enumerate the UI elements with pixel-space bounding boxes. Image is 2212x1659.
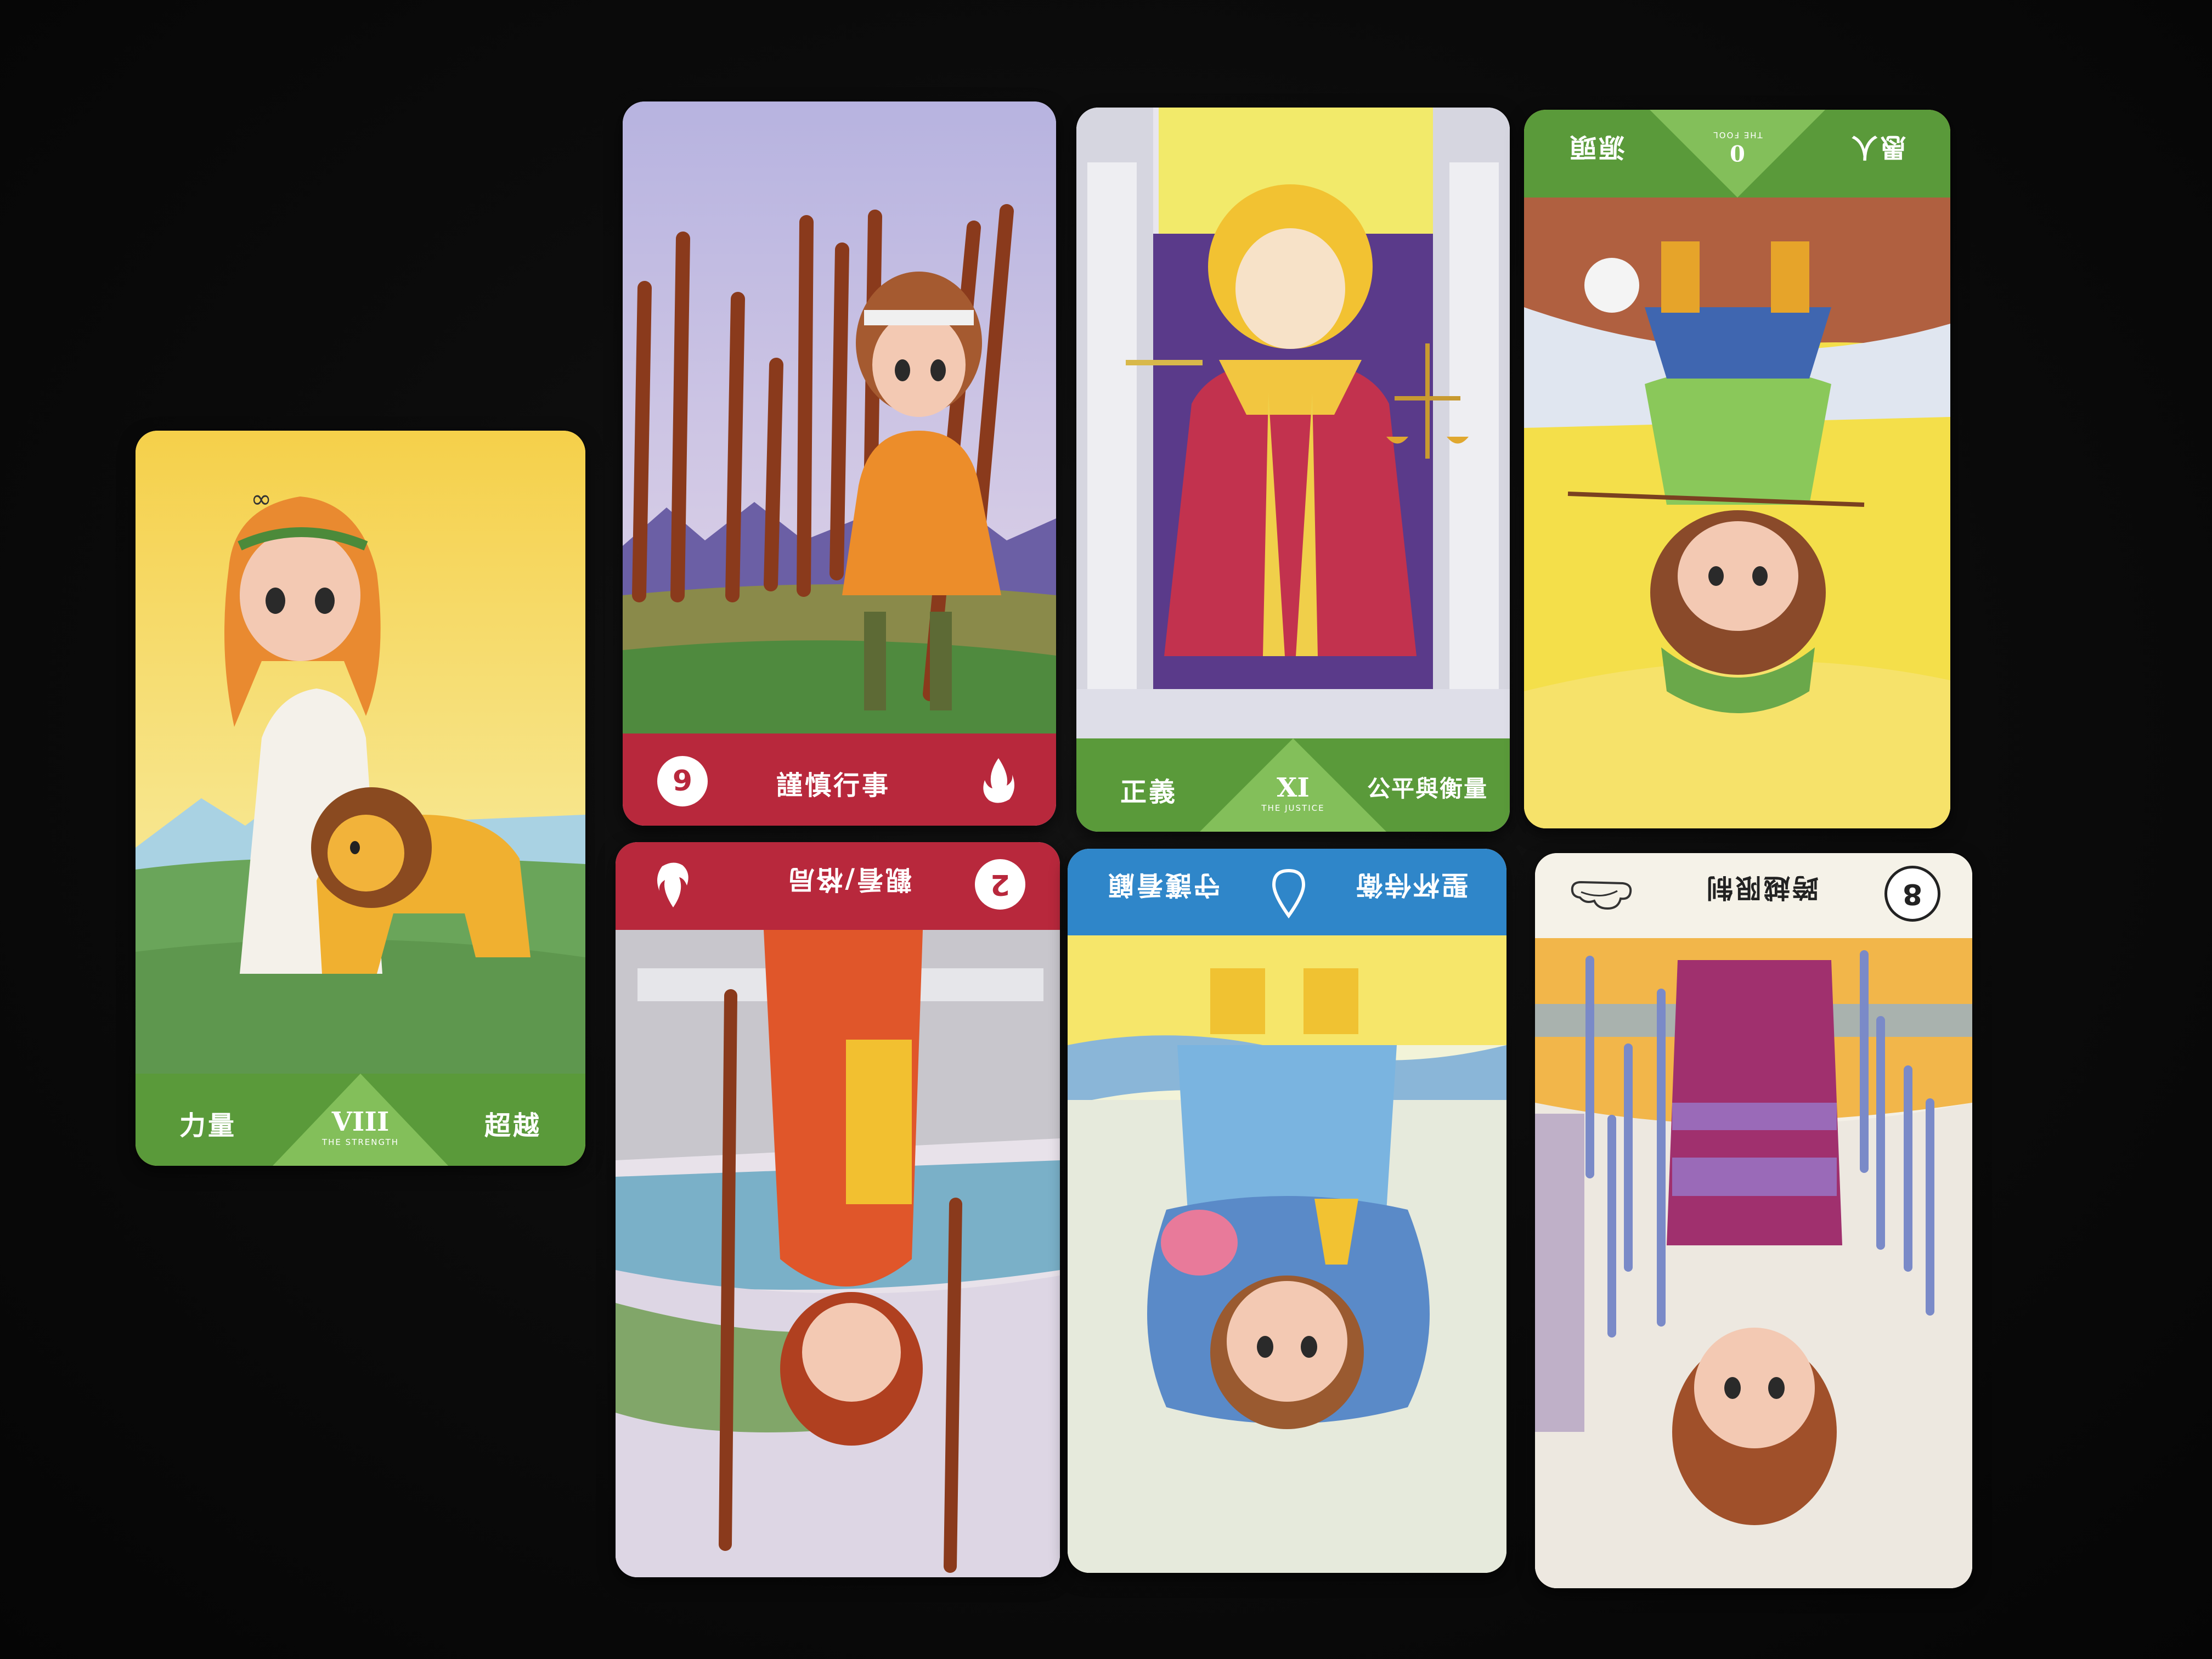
- card-subtitle: THE FOOL: [1712, 130, 1763, 140]
- card-band: 愚人 源頭 0 THE FOOL: [1524, 110, 1950, 198]
- cloud-icon: [1568, 872, 1634, 916]
- card-title: 力量: [179, 1110, 237, 1141]
- strength-illustration: ∞: [136, 431, 585, 1074]
- card-keyword: 守護看顧: [1106, 870, 1221, 900]
- card-keyword: 觀看/格局: [786, 864, 912, 895]
- page-of-cups-illustration: [1068, 935, 1506, 1573]
- justice-illustration: [1076, 108, 1510, 738]
- card-band: 9 謹慎行事: [623, 733, 1056, 826]
- card-number: 9: [654, 753, 710, 809]
- card-title: 愚人: [1849, 132, 1906, 162]
- nine-of-wands-illustration: [623, 101, 1056, 735]
- fire-icon: [979, 755, 1018, 807]
- eight-of-swords-illustration: [1535, 938, 1972, 1588]
- water-drop-icon: [1269, 864, 1308, 919]
- card-justice: 正義 公平與衡量 XI THE JUSTICE: [1076, 108, 1510, 832]
- fire-icon: [654, 859, 692, 910]
- card-subtitle: THE STRENGTH: [321, 1137, 399, 1147]
- card-band: 聖杯侍衛 守護看顧: [1068, 849, 1506, 935]
- card-numeral: VIII: [331, 1107, 390, 1137]
- card-numeral: 0: [1730, 140, 1745, 166]
- card-keyword: 源頭: [1568, 132, 1626, 162]
- card-the-fool: 愚人 源頭 0 THE FOOL: [1524, 110, 1950, 828]
- card-number: 2: [972, 856, 1028, 912]
- card-page-of-cups: 聖杯侍衛 守護看顧: [1068, 849, 1506, 1573]
- card-two-of-wands: 2 觀看/格局: [616, 842, 1060, 1577]
- fool-illustration: [1524, 198, 1950, 828]
- card-keyword: 超越: [484, 1110, 541, 1141]
- card-strength: ∞ 力量 超越 VIII THE STRENGTH: [136, 431, 585, 1166]
- card-eight-of-swords: 8 跨越限制: [1535, 853, 1972, 1588]
- card-keyword: 公平與衡量: [1367, 775, 1488, 802]
- infinity-icon: ∞: [251, 484, 272, 514]
- card-subtitle: THE JUSTICE: [1261, 803, 1325, 813]
- card-numeral: XI: [1277, 772, 1310, 803]
- card-keyword: 跨越限制: [1704, 872, 1819, 903]
- card-keyword: 謹慎行事: [776, 770, 891, 801]
- photo-scene: { "colors": { "background": "#0b0b0b", "…: [0, 0, 2212, 1659]
- card-title: 正義: [1120, 777, 1178, 808]
- card-nine-of-wands: 9 謹慎行事: [623, 101, 1056, 826]
- card-band: 8 跨越限制: [1535, 853, 1972, 938]
- card-title: 聖杯侍衛: [1353, 870, 1468, 900]
- card-band: 2 觀看/格局: [616, 842, 1060, 930]
- card-number: 8: [1884, 866, 1940, 922]
- two-of-wands-illustration: [616, 930, 1060, 1577]
- card-band: 正義 公平與衡量 XI THE JUSTICE: [1076, 738, 1510, 832]
- card-band: 力量 超越 VIII THE STRENGTH: [136, 1074, 585, 1166]
